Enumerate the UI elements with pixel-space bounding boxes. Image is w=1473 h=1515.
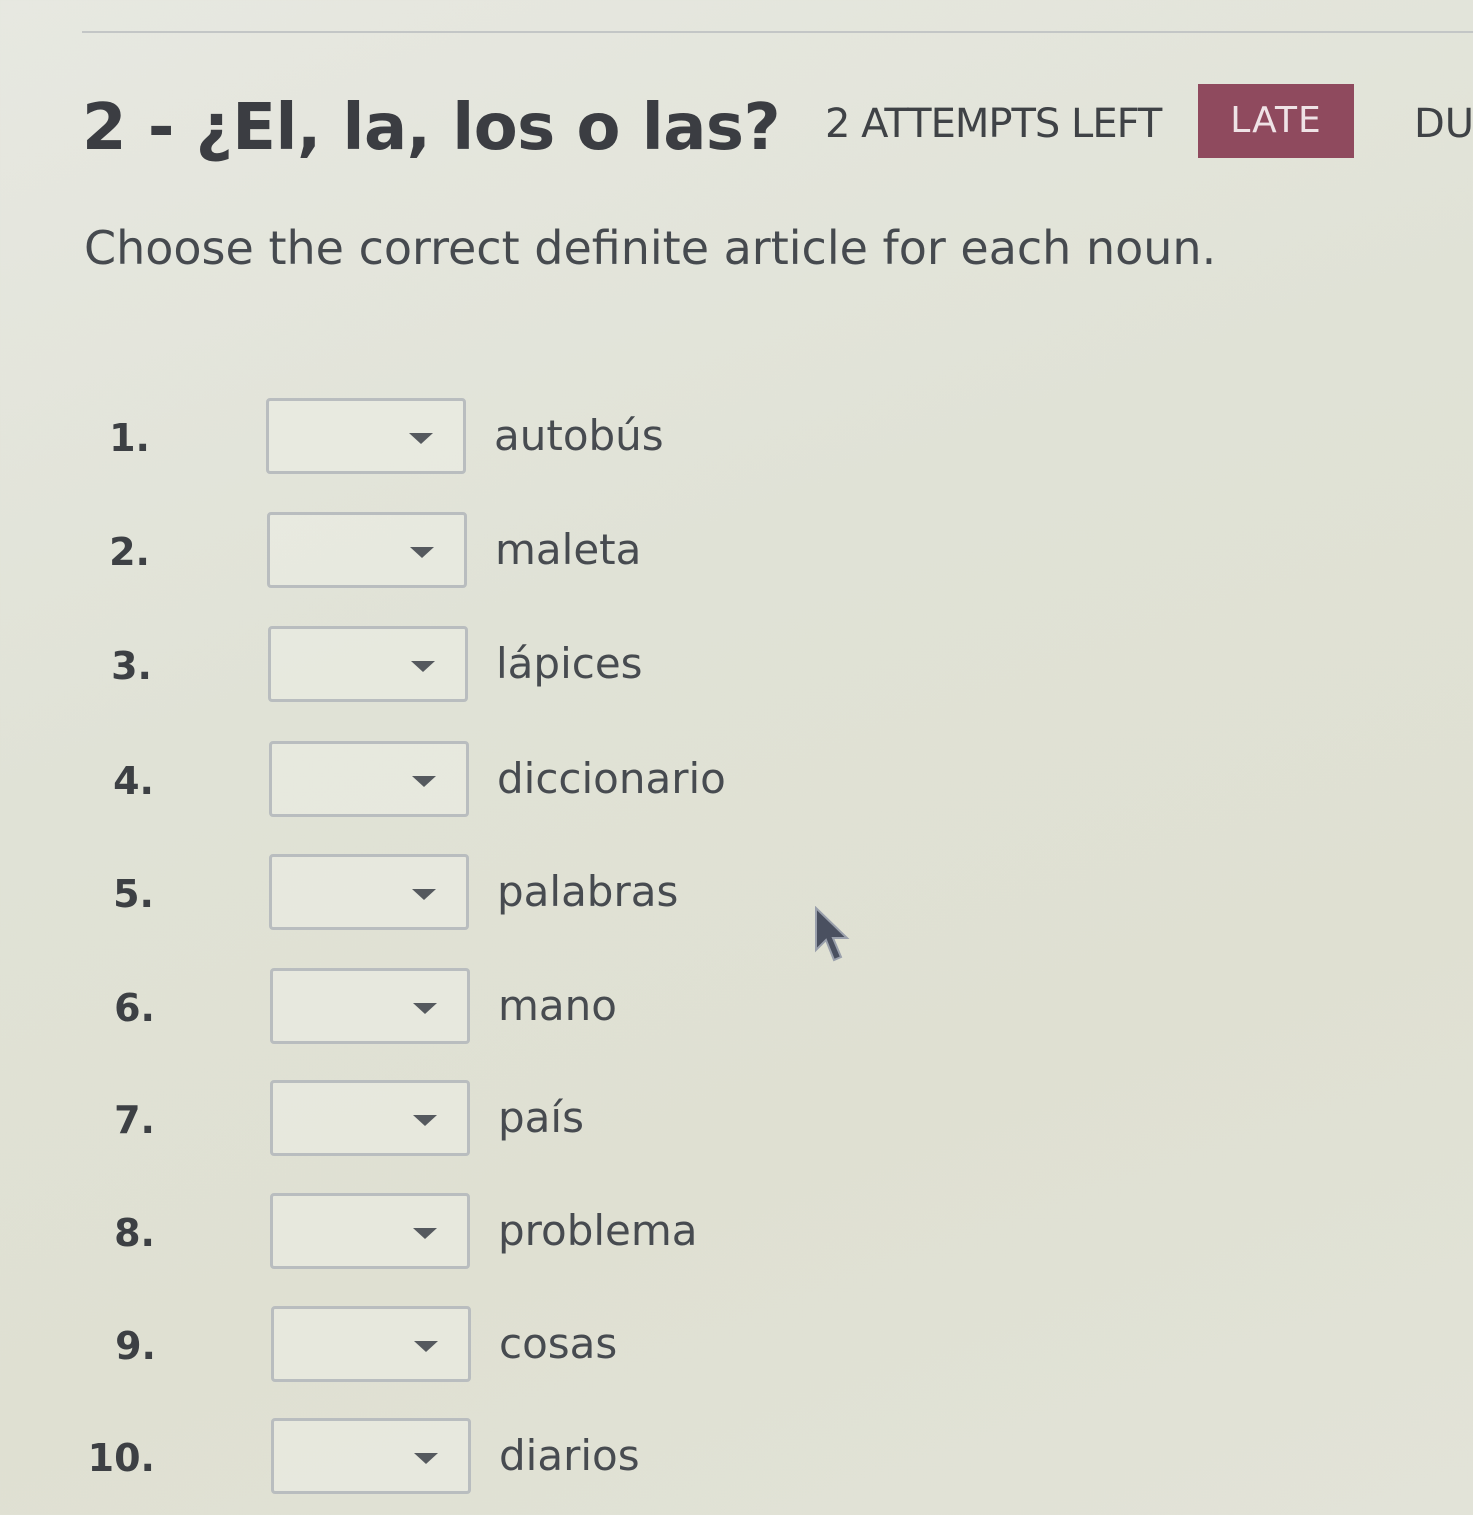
question-title: 2 - ¿El, la, los o las? (82, 91, 781, 165)
late-status-badge: LATE (1198, 84, 1354, 158)
item-number: 5. (113, 872, 154, 916)
question-row: 8. problema (0, 1193, 900, 1273)
question-row: 3. lápices (0, 626, 900, 706)
top-divider (82, 31, 1473, 33)
noun-label: autobús (494, 411, 664, 460)
question-row: 5. palabras (0, 854, 900, 934)
question-row: 1. autobús (0, 398, 900, 478)
chevron-down-icon (413, 1115, 437, 1126)
item-number: 8. (114, 1211, 155, 1255)
noun-label: maleta (495, 525, 642, 574)
question-header: 2 - ¿El, la, los o las? 2 ATTEMPTS LEFT … (82, 84, 1473, 168)
question-row: 10. diarios (0, 1418, 900, 1498)
item-number: 4. (113, 759, 154, 803)
question-row: 9. cosas (0, 1306, 900, 1386)
mouse-pointer-icon (815, 906, 850, 962)
noun-label: mano (498, 981, 617, 1030)
chevron-down-icon (410, 547, 434, 558)
question-row: 7. país (0, 1080, 900, 1160)
article-select-dropdown[interactable] (266, 398, 466, 474)
noun-label: diarios (499, 1431, 640, 1480)
chevron-down-icon (413, 1228, 437, 1239)
due-date-label: DU (1414, 101, 1473, 147)
question-row: 6. mano (0, 968, 900, 1048)
article-select-dropdown[interactable] (268, 626, 468, 702)
noun-label: diccionario (497, 754, 726, 803)
article-select-dropdown[interactable] (271, 1306, 471, 1382)
article-select-dropdown[interactable] (269, 741, 469, 817)
chevron-down-icon (412, 776, 436, 787)
noun-label: país (498, 1093, 584, 1142)
article-select-dropdown[interactable] (270, 1193, 470, 1269)
noun-label: cosas (499, 1319, 618, 1368)
noun-label: lápices (496, 639, 643, 688)
article-select-dropdown[interactable] (267, 512, 467, 588)
attempts-left-label: 2 ATTEMPTS LEFT (825, 101, 1162, 147)
instructions-text: Choose the correct definite article for … (84, 221, 1217, 275)
item-number: 1. (109, 416, 150, 460)
item-number: 10. (87, 1436, 155, 1480)
article-select-dropdown[interactable] (270, 968, 470, 1044)
chevron-down-icon (414, 1341, 438, 1352)
article-select-dropdown[interactable] (270, 1080, 470, 1156)
item-number: 7. (114, 1098, 155, 1142)
noun-label: problema (498, 1206, 698, 1255)
article-select-dropdown[interactable] (271, 1418, 471, 1494)
item-number: 9. (115, 1324, 156, 1368)
item-number: 3. (111, 644, 152, 688)
question-row: 4. diccionario (0, 741, 900, 821)
question-row: 2. maleta (0, 512, 900, 592)
chevron-down-icon (411, 661, 435, 672)
noun-label: palabras (497, 867, 679, 916)
chevron-down-icon (414, 1453, 438, 1464)
chevron-down-icon (409, 433, 433, 444)
chevron-down-icon (413, 1003, 437, 1014)
item-number: 6. (114, 986, 155, 1030)
article-select-dropdown[interactable] (269, 854, 469, 930)
item-number: 2. (109, 530, 150, 574)
chevron-down-icon (412, 889, 436, 900)
